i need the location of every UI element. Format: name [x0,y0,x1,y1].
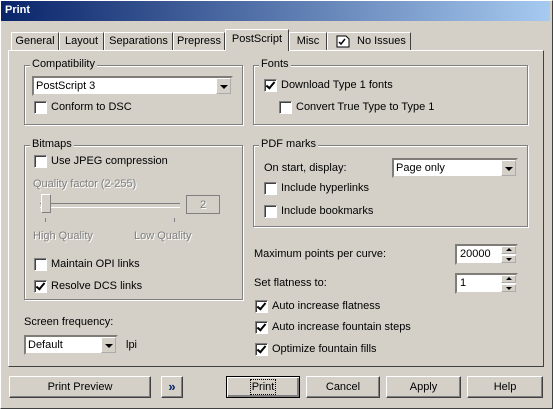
convert-truetype-label: Convert True Type to Type 1 [296,101,435,113]
conform-dsc-checkbox[interactable] [34,101,47,114]
resolve-dcs-label: Resolve DCS links [51,280,143,292]
print-preview-button[interactable]: Print Preview [9,376,151,398]
tab-layout[interactable]: Layout [59,32,104,50]
screen-frequency-select[interactable]: Default [24,335,118,355]
window-title: Print [5,4,31,16]
optimize-fountain-checkbox[interactable] [255,343,268,356]
include-bookmarks-label: Include bookmarks [281,205,374,217]
maintain-opi-checkbox[interactable] [34,258,47,271]
title-bar: Print [1,1,550,21]
high-quality-label: High Quality [33,230,93,242]
max-points-spinner[interactable]: 20000 [455,244,518,265]
auto-fountain-label: Auto increase fountain steps [272,321,411,333]
maintain-opi-label: Maintain OPI links [51,258,140,270]
tab-general[interactable]: General [11,32,59,50]
slider-tick-min [45,218,46,222]
auto-fountain-checkbox[interactable] [255,321,268,334]
expand-preview-button[interactable]: » [161,376,183,398]
spin-up-icon[interactable] [501,246,516,254]
use-jpeg-label: Use JPEG compression [51,155,168,167]
help-button[interactable]: Help [467,376,543,398]
download-type1-checkbox[interactable] [264,79,277,92]
auto-flatness-checkbox[interactable] [255,300,268,313]
fonts-group [253,65,528,125]
bitmaps-legend: Bitmaps [30,138,74,150]
on-start-label: On start, display: [264,162,347,174]
auto-flatness-label: Auto increase flatness [272,300,381,312]
include-bookmarks-checkbox[interactable] [264,205,277,218]
quality-slider-track[interactable] [40,203,180,208]
chevron-down-icon[interactable] [101,337,116,353]
tab-misc[interactable]: Misc [289,32,327,50]
postscript-level-select[interactable]: PostScript 3 [32,76,233,96]
spin-up-icon[interactable] [501,275,516,283]
spin-down-icon[interactable] [501,255,516,263]
tab-separations[interactable]: Separations [104,32,173,50]
spin-down-icon[interactable] [501,284,516,292]
flatness-spinner[interactable]: 1 [455,273,518,294]
pdf-marks-legend: PDF marks [259,138,318,150]
chevron-down-icon[interactable] [501,160,516,176]
quality-value-field[interactable]: 2 [186,195,220,214]
include-hyperlinks-checkbox[interactable] [264,182,277,195]
cancel-button[interactable]: Cancel [306,376,380,398]
use-jpeg-checkbox[interactable] [34,155,47,168]
max-points-label: Maximum points per curve: [254,248,387,260]
quality-slider-handle[interactable] [41,194,51,213]
issues-check-icon [336,35,350,48]
bitmaps-group [24,145,243,300]
optimize-fountain-label: Optimize fountain fills [272,343,377,355]
tab-postscript[interactable]: PostScript [225,29,289,51]
quality-factor-label: Quality factor (2-255) [33,178,137,190]
convert-truetype-checkbox[interactable] [279,101,292,114]
conform-dsc-label: Conform to DSC [51,101,132,113]
compatibility-legend: Compatibility [30,58,97,70]
lpi-unit-label: lpi [126,339,138,351]
low-quality-label: Low Quality [134,230,192,242]
include-hyperlinks-label: Include hyperlinks [281,182,370,194]
download-type1-label: Download Type 1 fonts [281,79,393,91]
tab-no-issues[interactable]: No Issues [327,32,411,50]
tab-prepress[interactable]: Prepress [173,32,225,50]
chevron-down-icon[interactable] [216,78,231,94]
screen-frequency-label: Screen frequency: [24,316,114,328]
apply-button[interactable]: Apply [386,376,461,398]
resolve-dcs-checkbox[interactable] [34,280,47,293]
print-button[interactable]: Print [226,376,300,398]
on-start-display-select[interactable]: Page only [392,158,518,178]
flatness-label: Set flatness to: [254,277,327,289]
slider-tick-max [174,218,175,222]
fonts-legend: Fonts [259,58,291,70]
